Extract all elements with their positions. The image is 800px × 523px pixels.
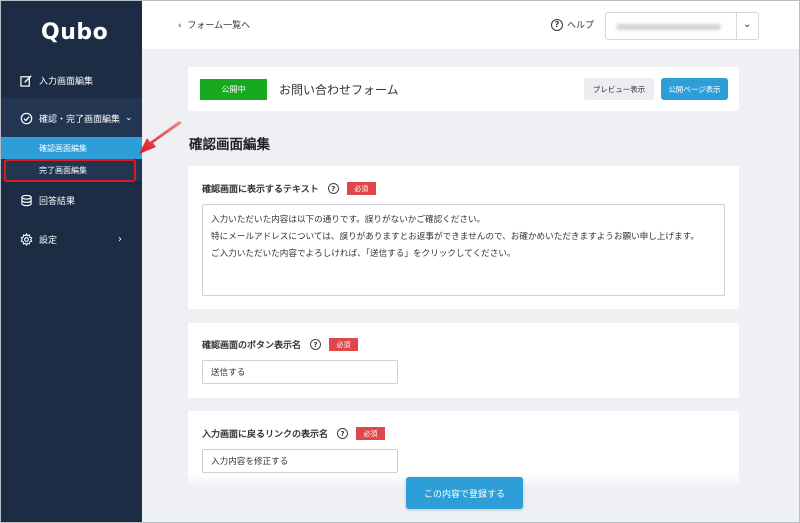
help-label: ヘルプ [567,21,595,31]
sidebar-item-settings[interactable]: 設定 › [1,219,142,259]
page-title: 確認画面編集 [189,137,270,153]
back-link-label: 入力画面に戻るリンクの表示名 ? 必須 [202,427,386,440]
sidebar-item-label: 回答結果 [39,196,76,207]
sidebar-item-label: 設定 [39,235,58,246]
chevron-left-icon: ‹ [178,21,182,31]
confirm-text-label: 確認画面に表示するテキスト ? 必須 [202,182,376,195]
form-title: お問い合わせフォーム [279,83,399,97]
edit-icon [19,73,33,87]
sidebar-item-input-edit[interactable]: 入力画面編集 [1,60,142,100]
logo[interactable]: Qubo [41,20,108,45]
sidebar-subitem-confirm-edit[interactable]: 確認画面編集 [1,137,142,159]
button-name-input[interactable]: 送信する [202,360,398,384]
sidebar-item-label: 入力画面編集 [39,76,94,87]
sidebar-item-confirm-complete-edit[interactable]: 確認・完了画面編集 ⌄ [1,98,142,138]
help-icon[interactable]: ? [337,428,349,439]
sidebar-subitem-label: 確認画面編集 [39,143,87,153]
back-label: フォーム一覧へ [187,21,251,31]
field-label: 確認画面のボタン表示名 [202,341,302,351]
chevron-down-icon: ⌄ [125,113,133,123]
check-circle-icon [19,111,33,125]
sidebar: Qubo 入力画面編集 確認・完了画面編集 ⌄ 確認画面編集 完了画面編集 回答… [1,1,142,522]
register-button[interactable]: この内容で登録する [406,477,523,509]
required-badge: 必須 [329,338,359,351]
highlight-box [4,159,136,182]
back-to-forms-link[interactable]: ‹ フォーム一覧へ [178,18,250,31]
account-dropdown[interactable]: ⌄ [605,12,759,40]
confirm-text-textarea[interactable]: 入力いただいた内容は以下の通りです。誤りがないかご確認ください。 特にメールアド… [202,204,725,296]
back-link-input[interactable]: 入力内容を修正する [202,449,398,473]
sidebar-item-label: 確認・完了画面編集 [39,114,121,125]
app-window: Qubo 入力画面編集 確認・完了画面編集 ⌄ 確認画面編集 完了画面編集 回答… [0,0,800,523]
gear-icon [19,232,33,246]
field-label: 確認画面に表示するテキスト [202,185,319,195]
preview-button[interactable]: プレビュー表示 [584,78,654,100]
help-icon[interactable]: ? [310,339,322,350]
button-name-label: 確認画面のボタン表示名 ? 必須 [202,338,359,351]
confirm-text-card: 確認画面に表示するテキスト ? 必須 入力いただいた内容は以下の通りです。誤りが… [188,166,739,309]
form-header-card: 公開中 お問い合わせフォーム プレビュー表示 公開ページ表示 [188,67,739,111]
sidebar-item-results[interactable]: 回答結果 [1,180,142,220]
help-icon[interactable]: ? [327,183,339,194]
account-name-redacted [616,24,721,30]
database-icon [19,193,33,207]
red-arrow-icon [139,121,182,154]
status-badge: 公開中 [200,79,267,100]
help-link[interactable]: ? ヘルプ [551,18,594,31]
divider [736,13,737,39]
button-name-card: 確認画面のボタン表示名 ? 必須 送信する [188,323,739,398]
field-label: 入力画面に戻るリンクの表示名 [202,430,329,440]
chevron-down-icon: ⌄ [743,19,752,30]
top-header: ‹ フォーム一覧へ ? ヘルプ ⌄ [142,1,799,49]
public-page-button[interactable]: 公開ページ表示 [661,78,728,100]
help-icon: ? [551,18,563,31]
chevron-right-icon: › [118,233,122,245]
required-badge: 必須 [356,427,386,440]
required-badge: 必須 [346,182,376,195]
